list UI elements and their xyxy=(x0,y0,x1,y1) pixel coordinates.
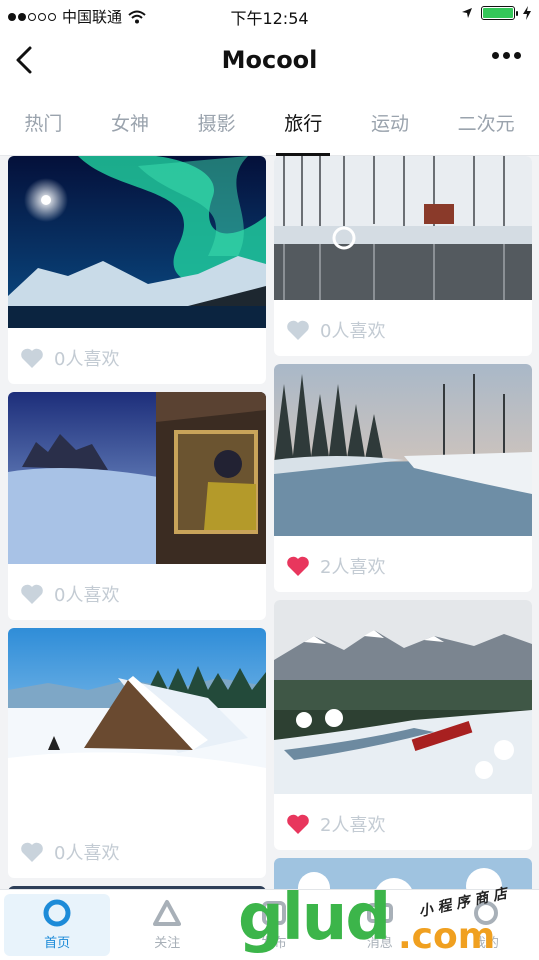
tab-sports[interactable]: 运动 xyxy=(369,92,411,156)
feed-column-right: 0人喜欢 2人喜欢 2人喜欢 xyxy=(274,156,532,890)
like-count: 0人喜欢 xyxy=(54,349,120,370)
tab-goddess[interactable]: 女神 xyxy=(109,92,151,156)
photo-card[interactable]: 0人喜欢 xyxy=(8,156,266,384)
like-row: 0人喜欢 xyxy=(274,304,532,356)
status-right xyxy=(461,6,531,20)
status-bar: 中国联通 下午12:54 xyxy=(0,0,539,30)
like-count: 0人喜欢 xyxy=(320,321,386,342)
nav-bar: Mocool xyxy=(0,30,539,92)
photo-card[interactable]: 0人喜欢 xyxy=(8,628,266,878)
charging-icon xyxy=(523,6,531,20)
watermark-brand: glud xyxy=(238,881,391,955)
tab-photography[interactable]: 摄影 xyxy=(196,92,238,156)
like-count: 2人喜欢 xyxy=(320,815,386,836)
more-options-icon[interactable] xyxy=(492,52,521,59)
photo-card[interactable]: 2人喜欢 xyxy=(274,364,532,592)
heart-icon-liked[interactable] xyxy=(286,813,310,835)
foggy-river-photo[interactable] xyxy=(274,364,532,536)
photo-card[interactable]: 2人喜欢 xyxy=(274,600,532,850)
like-row: 2人喜欢 xyxy=(274,540,532,592)
like-count: 0人喜欢 xyxy=(54,585,120,606)
heart-icon[interactable] xyxy=(20,841,44,863)
watermark-domain: .com xyxy=(398,916,496,957)
like-row: 0人喜欢 xyxy=(8,332,266,384)
tab-hot[interactable]: 热门 xyxy=(22,92,64,156)
circle-icon xyxy=(43,899,71,927)
aurora-photo[interactable] xyxy=(8,156,266,328)
like-row: 0人喜欢 xyxy=(8,568,266,620)
page-title: Mocool xyxy=(221,46,318,74)
snowy-lake-photo[interactable] xyxy=(274,156,532,300)
heart-icon[interactable] xyxy=(286,319,310,341)
photo-feed[interactable]: 0人喜欢 0人喜欢 0人喜欢 0人喜欢 2人喜欢 2人喜欢 xyxy=(0,156,539,890)
tabbar-home[interactable]: 首页 xyxy=(4,894,111,956)
like-count: 2人喜欢 xyxy=(320,557,386,578)
like-row: 0人喜欢 xyxy=(8,826,266,878)
triangle-icon xyxy=(153,900,182,926)
tabbar-follow[interactable]: 关注 xyxy=(114,890,220,960)
heart-icon[interactable] xyxy=(20,347,44,369)
status-time: 下午12:54 xyxy=(230,9,309,28)
heart-icon-liked[interactable] xyxy=(286,555,310,577)
location-arrow-icon xyxy=(462,8,472,18)
photo-card[interactable]: 0人喜欢 xyxy=(274,156,532,356)
feed-column-left: 0人喜欢 0人喜欢 0人喜欢 xyxy=(8,156,266,890)
cabin-window-photo[interactable] xyxy=(8,392,266,564)
tabbar-label: 关注 xyxy=(154,936,181,951)
tabbar-label: 首页 xyxy=(44,936,71,951)
like-row: 2人喜欢 xyxy=(274,798,532,850)
tab-travel[interactable]: 旅行 xyxy=(276,92,331,156)
heart-icon[interactable] xyxy=(20,583,44,605)
snow-hut-photo[interactable] xyxy=(8,628,266,822)
battery-icon xyxy=(481,6,518,20)
like-count: 0人喜欢 xyxy=(54,843,120,864)
photo-card[interactable]: 0人喜欢 xyxy=(8,392,266,620)
tab-anime[interactable]: 二次元 xyxy=(456,92,517,156)
category-tabs: 热门 女神 摄影 旅行 运动 二次元 xyxy=(0,92,539,156)
watermark-logo: glud .com 小 程 序 商 店 xyxy=(238,881,508,957)
mountain-train-photo[interactable] xyxy=(274,600,532,794)
